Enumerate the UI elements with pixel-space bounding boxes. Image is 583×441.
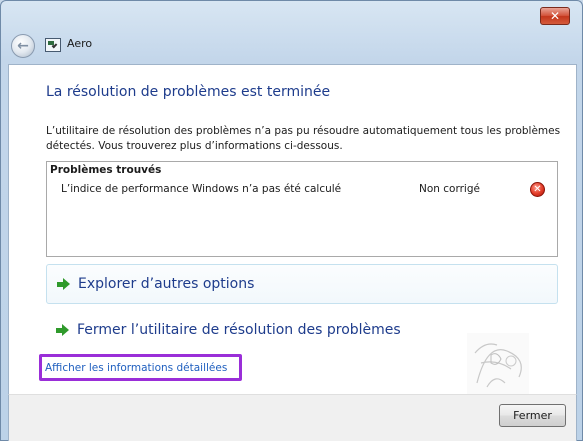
window-close-button[interactable]: ✕ [540, 7, 570, 25]
sketch-watermark-image [467, 333, 529, 395]
close-icon: ✕ [549, 9, 561, 23]
green-arrow-icon [57, 277, 70, 291]
troubleshooter-app-icon [45, 38, 61, 52]
page-title: La résolution de problèmes est terminée [46, 84, 331, 100]
show-details-link[interactable]: Afficher les informations détaillées [45, 362, 227, 374]
error-icon: ✕ [530, 182, 545, 197]
back-button[interactable]: ← [11, 34, 35, 58]
window-frame: ✕ ← Aero La résolution de problèmes est … [0, 0, 583, 441]
window-title: Aero [67, 37, 93, 50]
problems-found-title: Problèmes trouvés [50, 164, 162, 176]
back-arrow-icon: ← [17, 38, 29, 54]
close-troubleshooter-label: Fermer l’utilitaire de résolution des pr… [77, 322, 401, 338]
fermer-button[interactable]: Fermer [499, 404, 566, 427]
content-panel: La résolution de problèmes est terminée … [8, 64, 577, 395]
problems-found-box: Problèmes trouvés L’indice de performanc… [46, 161, 558, 257]
footer-bar: Fermer [8, 394, 577, 441]
problem-item-status: Non corrigé [419, 183, 480, 195]
description-text: L’utilitaire de résolution des problèmes… [46, 125, 561, 152]
green-arrow-icon [56, 323, 69, 337]
problem-item-name: L’indice de performance Windows n’a pas … [61, 183, 342, 195]
explore-options-button[interactable]: Explorer d’autres options [46, 264, 558, 304]
explore-options-label: Explorer d’autres options [78, 276, 255, 292]
